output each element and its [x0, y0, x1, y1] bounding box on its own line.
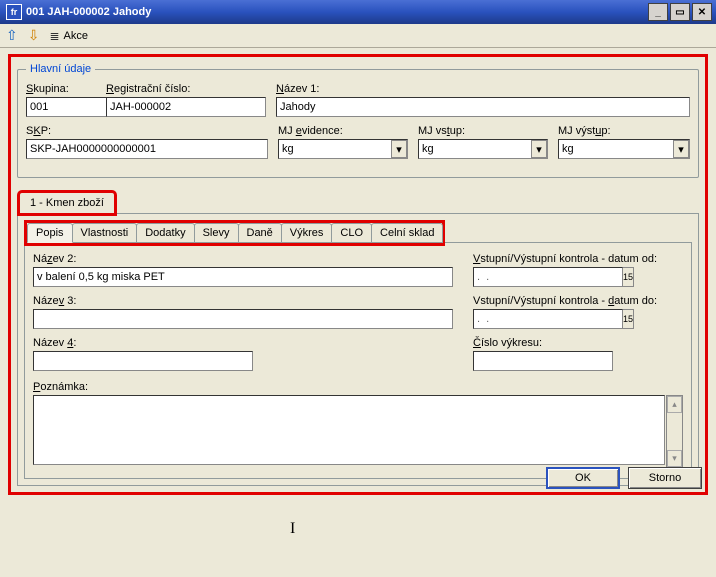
highlighted-main-area: Hlavní údaje Skupina: ⋯ Registrační čísl… [8, 54, 708, 495]
highlighted-subtabs: Popis Vlastnosti Dodatky Slevy Daně Výkr… [24, 220, 445, 246]
close-button[interactable]: ✕ [692, 3, 712, 21]
label-kontrola-od: Vstupní/Výstupní kontrola - datum od: [473, 253, 683, 265]
group-title: Hlavní údaje [26, 63, 95, 75]
restore-button[interactable]: ▭ [670, 3, 690, 21]
label-mj-evidence: MJ evidence: [278, 125, 408, 137]
select-mj-vstup-value: kg [422, 143, 434, 155]
subtab-clo[interactable]: CLO [331, 223, 372, 243]
chevron-down-icon[interactable]: ▾ [391, 140, 407, 158]
input-kontrola-do[interactable] [473, 309, 623, 329]
subtab-vlastnosti[interactable]: Vlastnosti [72, 223, 138, 243]
chevron-down-icon[interactable]: ▾ [531, 140, 547, 158]
window-title: 001 JAH-000002 Jahody [26, 6, 648, 18]
calendar-icon[interactable]: 15 [623, 309, 634, 329]
label-nazev3: Název 3: [33, 295, 453, 307]
tab-kmen-zbozi[interactable]: 1 - Kmen zboží [19, 192, 115, 214]
app-icon: fr [6, 4, 22, 20]
input-nazev1[interactable] [276, 97, 690, 117]
subtab-popis[interactable]: Popis [27, 223, 73, 243]
input-regcislo[interactable] [106, 97, 266, 117]
input-nazev2[interactable] [33, 267, 453, 287]
label-regcislo: Registrační číslo: [106, 83, 266, 95]
titlebar: fr 001 JAH-000002 Jahody _ ▭ ✕ [0, 0, 716, 24]
text-cursor-icon: I [290, 520, 295, 538]
input-nazev4[interactable] [33, 351, 253, 371]
ok-button[interactable]: OK [546, 467, 620, 489]
calendar-icon[interactable]: 15 [623, 267, 634, 287]
label-cislo-vykresu: Číslo výkresu: [473, 337, 683, 349]
label-mj-vystup: MJ výstup: [558, 125, 690, 137]
input-skp[interactable] [26, 139, 268, 159]
tab-kmen-zbozi-label: 1 - Kmen zboží [30, 197, 104, 209]
scroll-down-icon[interactable]: ▾ [667, 450, 682, 467]
scroll-up-icon[interactable]: ▴ [667, 396, 682, 413]
toolbar: ⇧ ⇩ ≣ Akce [0, 24, 716, 48]
select-mj-evidence[interactable]: kg ▾ [278, 139, 408, 159]
label-nazev1: Název 1: [276, 83, 690, 95]
label-nazev2: Název 2: [33, 253, 453, 265]
select-mj-vystup[interactable]: kg ▾ [558, 139, 690, 159]
scrollbar-vertical[interactable]: ▴ ▾ [666, 395, 683, 468]
subtab-dodatky[interactable]: Dodatky [136, 223, 194, 243]
subtab-dane[interactable]: Daně [238, 223, 282, 243]
label-kontrola-do: Vstupní/Výstupní kontrola - datum do: [473, 295, 683, 307]
akce-label: Akce [64, 30, 88, 42]
subtabs: Popis Vlastnosti Dodatky Slevy Daně Výkr… [27, 223, 442, 243]
input-cislo-vykresu[interactable] [473, 351, 613, 371]
storno-button[interactable]: Storno [628, 467, 702, 489]
nav-up-icon[interactable]: ⇧ [6, 27, 18, 44]
chevron-down-icon[interactable]: ▾ [673, 140, 689, 158]
label-mj-vstup: MJ vstup: [418, 125, 548, 137]
label-skp: SKP: [26, 125, 268, 137]
subtab-content-popis: Název 2: Název 3: Název 4: [24, 242, 692, 479]
subtab-slevy[interactable]: Slevy [194, 223, 239, 243]
label-nazev4: Název 4: [33, 337, 453, 349]
subtab-celni-sklad[interactable]: Celní sklad [371, 223, 443, 243]
textarea-poznamka[interactable] [33, 395, 665, 465]
label-poznamka: Poznámka: [33, 381, 683, 393]
select-mj-vystup-value: kg [562, 143, 574, 155]
group-hlavni-udaje: Hlavní údaje Skupina: ⋯ Registrační čísl… [17, 63, 699, 178]
input-nazev3[interactable] [33, 309, 453, 329]
select-mj-evidence-value: kg [282, 143, 294, 155]
section-body: Popis Vlastnosti Dodatky Slevy Daně Výkr… [17, 213, 699, 486]
akce-icon: ≣ [49, 29, 59, 43]
input-kontrola-od[interactable] [473, 267, 623, 287]
select-mj-vstup[interactable]: kg ▾ [418, 139, 548, 159]
nav-down-icon[interactable]: ⇩ [28, 27, 40, 44]
subtab-vykres[interactable]: Výkres [281, 223, 333, 243]
minimize-button[interactable]: _ [648, 3, 668, 21]
label-skupina: Skupina: [26, 83, 96, 95]
akce-menu[interactable]: ≣ Akce [49, 29, 88, 43]
